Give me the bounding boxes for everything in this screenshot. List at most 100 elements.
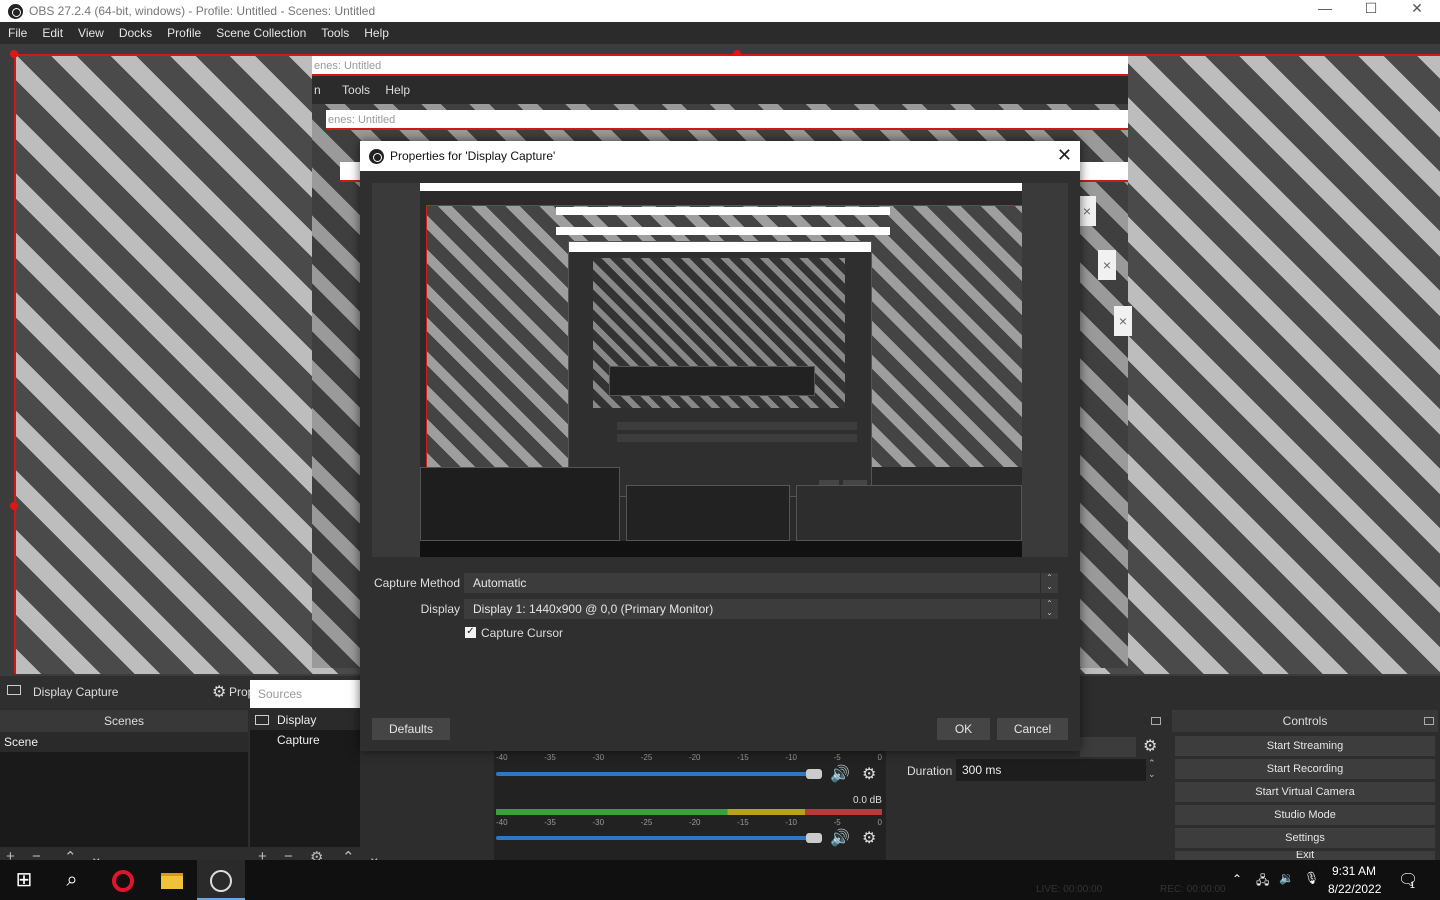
monitor-icon: [7, 685, 21, 695]
windows-taskbar: ⊞ ⌕ LIVE: 00:00:00 REC: 00:00:00 ⌃ 🖧 🔉 🎙…: [0, 860, 1440, 900]
nested-strip: [556, 227, 890, 235]
studio-mode-button[interactable]: Studio Mode: [1175, 805, 1435, 825]
speaker-icon[interactable]: 🔊: [830, 828, 850, 848]
float-dock-icon[interactable]: [1151, 717, 1161, 725]
nested-menubar: [420, 191, 1022, 201]
capture-method-spin-icon[interactable]: ⌃ ⌄: [1040, 573, 1058, 593]
scene-item[interactable]: Scene: [0, 732, 248, 752]
menu-tools[interactable]: Tools: [321, 26, 349, 40]
echo-close-icon-3: ×: [1114, 306, 1132, 336]
network-icon[interactable]: 🖧: [1256, 871, 1269, 892]
notification-icon[interactable]: 🗨: [1398, 870, 1418, 890]
display-select[interactable]: Display 1: 1440x900 @ 0,0 (Primary Monit…: [464, 599, 1040, 619]
scale-tick: -30: [592, 753, 605, 762]
nested-combo: [617, 422, 857, 430]
volume-db-value: 0.0 dB: [853, 795, 882, 806]
ok-button[interactable]: OK: [937, 718, 990, 740]
transition-gear-icon[interactable]: ⚙: [1143, 736, 1157, 756]
exit-button[interactable]: Exit: [1175, 851, 1435, 860]
menu-help[interactable]: Help: [364, 26, 389, 40]
start-virtual-camera-button[interactable]: Start Virtual Camera: [1175, 782, 1435, 802]
scale-tick: -40: [496, 818, 508, 827]
gear-icon[interactable]: ⚙: [212, 682, 226, 702]
scale-tick: -5: [833, 753, 841, 762]
selected-source-name: Display Capture: [33, 685, 119, 699]
settings-button[interactable]: Settings: [1175, 828, 1435, 848]
menu-view[interactable]: View: [78, 26, 104, 40]
echo-menubar: n Tools Help: [312, 76, 1128, 104]
close-icon[interactable]: ✕: [1057, 145, 1072, 166]
file-explorer-icon[interactable]: [148, 860, 196, 900]
menu-edit[interactable]: Edit: [42, 26, 63, 40]
nested-taskbar: [420, 541, 1022, 557]
defaults-button[interactable]: Defaults: [372, 718, 450, 740]
menu-docks[interactable]: Docks: [119, 26, 152, 40]
start-recording-button[interactable]: Start Recording: [1175, 759, 1435, 779]
echo-close-icon: ×: [1078, 196, 1096, 226]
monitor-icon: [255, 715, 269, 725]
scale-tick: -30: [592, 818, 605, 827]
start-streaming-button[interactable]: Start Streaming: [1175, 736, 1435, 756]
transition-combo[interactable]: [1080, 737, 1136, 757]
scale-tick: -25: [640, 818, 653, 827]
nested-screen-capture: [420, 183, 1022, 557]
speaker-icon[interactable]: 🔊: [830, 764, 850, 784]
volume-slider-2[interactable]: [496, 836, 812, 840]
source-item-label: Display Capture: [277, 713, 320, 747]
clock-date[interactable]: 8/22/2022: [1328, 882, 1381, 896]
menu-bar: File Edit View Docks Profile Scene Colle…: [0, 22, 1440, 44]
obs-icon: [369, 148, 384, 164]
nested-scenes: [420, 467, 620, 541]
mixer-gear-icon[interactable]: ⚙: [862, 764, 876, 784]
scale-tick: -35: [544, 818, 556, 827]
menu-file[interactable]: File: [8, 26, 27, 40]
scale-tick: -35: [544, 753, 556, 762]
source-item[interactable]: Display Capture: [250, 710, 360, 747]
menu-scene-collection[interactable]: Scene Collection: [216, 26, 306, 40]
scale-tick: -10: [785, 753, 797, 762]
capture-method-select[interactable]: Automatic: [464, 573, 1040, 593]
cancel-button[interactable]: Cancel: [997, 718, 1068, 740]
volume-slider-1[interactable]: [496, 772, 812, 776]
tray-chevron-icon[interactable]: ⌃: [1232, 872, 1242, 886]
duration-label: Duration: [907, 764, 953, 778]
search-icon[interactable]: ⌕: [48, 860, 96, 900]
dialog-titlebar: Properties for 'Display Capture' ✕: [360, 141, 1080, 171]
maximize-button[interactable]: ☐: [1348, 0, 1394, 22]
volume-knob-1[interactable]: [806, 769, 822, 779]
volume-icon[interactable]: 🔉: [1279, 871, 1294, 885]
duration-input[interactable]: 300 ms: [956, 759, 1146, 781]
echo-close-icon-2: ×: [1098, 250, 1116, 280]
float-dock-icon[interactable]: [1424, 717, 1434, 725]
controls-dock-title: Controls: [1172, 710, 1438, 732]
capture-cursor-checkbox[interactable]: ✓: [465, 627, 476, 638]
windows-start-icon[interactable]: ⊞: [0, 860, 48, 900]
display-label: Display: [420, 602, 460, 616]
window-title: OBS 27.2.4 (64-bit, windows) - Profile: …: [29, 4, 376, 18]
microphone-icon[interactable]: 🎙: [1304, 871, 1319, 885]
sources-list: Display Capture: [250, 710, 360, 847]
window-titlebar: OBS 27.2.4 (64-bit, windows) - Profile: …: [0, 0, 1440, 22]
mixer-gear-icon[interactable]: ⚙: [862, 828, 876, 848]
sources-dock-title: Sources: [250, 680, 360, 708]
display-spin-icon[interactable]: ⌃ ⌄: [1040, 599, 1058, 619]
scale-tick: 0: [877, 753, 882, 762]
close-window-button[interactable]: ✕: [1394, 0, 1440, 22]
echo-titlebar-1: enes: Untitled: [312, 56, 1128, 76]
minimize-button[interactable]: —: [1302, 0, 1348, 22]
obs-icon[interactable]: [197, 860, 245, 900]
volume-knob-2[interactable]: [806, 833, 822, 843]
clock-time[interactable]: 9:31 AM: [1332, 864, 1376, 878]
menu-profile[interactable]: Profile: [167, 26, 201, 40]
opera-icon[interactable]: [99, 860, 147, 900]
obs-app-icon: [8, 3, 23, 19]
duration-spin[interactable]: ⌃ ⌄: [1148, 758, 1156, 780]
capture-cursor-label[interactable]: Capture Cursor: [481, 626, 563, 640]
audio-mixer: [494, 750, 886, 860]
echo-menu-tools: Tools: [342, 83, 371, 97]
scale-tick: -20: [688, 818, 701, 827]
nested-mixer: [609, 366, 815, 396]
transform-handle-top-left[interactable]: [10, 50, 18, 58]
nested-titlebar: [420, 183, 1022, 191]
transform-handle-left[interactable]: [10, 502, 18, 510]
